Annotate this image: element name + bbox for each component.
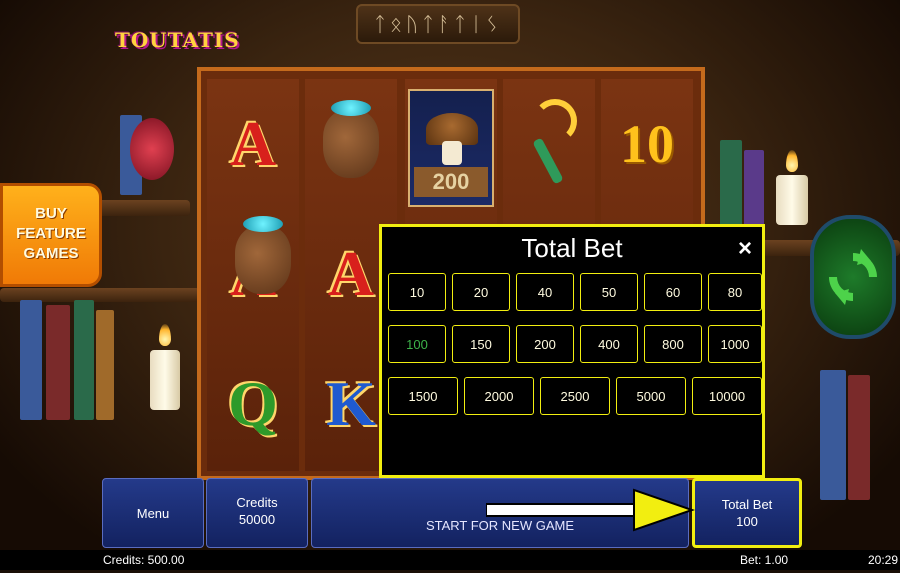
credits-value: 50000 bbox=[238, 512, 276, 527]
runes-title: ᛏᛟᚢᛏᚨᛏᛁᛊ bbox=[356, 4, 520, 44]
bet-option[interactable]: 40 bbox=[516, 273, 574, 311]
arrow-icon bbox=[486, 488, 696, 532]
game-logo: TOUTATIS bbox=[115, 28, 240, 52]
total-bet-value: 100 bbox=[736, 514, 758, 529]
book bbox=[74, 300, 94, 420]
bet-option[interactable]: 80 bbox=[708, 273, 762, 311]
pouch-icon bbox=[323, 100, 379, 178]
bet-option[interactable]: 2500 bbox=[540, 377, 610, 415]
bet-option[interactable]: 10 bbox=[388, 273, 446, 311]
close-icon[interactable]: × bbox=[738, 235, 752, 263]
flame-icon bbox=[159, 324, 171, 346]
symbol-10: 10 bbox=[620, 114, 674, 174]
mushroom-value: 200 bbox=[414, 167, 488, 197]
refresh-icon bbox=[829, 249, 877, 305]
potion-bottle bbox=[130, 118, 174, 180]
status-time: 20:29 bbox=[868, 553, 899, 567]
symbol-q: Q bbox=[228, 368, 278, 439]
bet-option-selected[interactable]: 100 bbox=[388, 325, 446, 363]
status-bar: Credits: 500.00 Bet: 1.00 20:29 bbox=[0, 550, 900, 570]
mushroom-icon: 200 bbox=[408, 89, 494, 207]
status-bet: Bet: 1.00 bbox=[740, 553, 789, 567]
symbol-sickle bbox=[503, 79, 595, 209]
bet-option[interactable]: 20 bbox=[452, 273, 510, 311]
symbol-bag bbox=[305, 79, 397, 209]
candle-left bbox=[150, 350, 180, 410]
bet-option[interactable]: 60 bbox=[644, 273, 702, 311]
credits-panel: Credits 50000 bbox=[206, 478, 308, 548]
symbol-a: A bbox=[229, 108, 277, 179]
bet-option[interactable]: 150 bbox=[452, 325, 510, 363]
total-bet-button[interactable]: Total Bet 100 bbox=[692, 478, 802, 548]
spin-button[interactable] bbox=[810, 215, 896, 339]
bet-option[interactable]: 50 bbox=[580, 273, 638, 311]
total-bet-title: Total Bet bbox=[521, 233, 623, 263]
book bbox=[46, 305, 70, 420]
credits-label: Credits bbox=[236, 495, 278, 510]
bet-option[interactable]: 200 bbox=[516, 325, 574, 363]
bet-option[interactable]: 1000 bbox=[708, 325, 762, 363]
bet-option[interactable]: 400 bbox=[580, 325, 638, 363]
book bbox=[96, 310, 114, 420]
symbol-mushroom: 200 bbox=[405, 83, 497, 213]
symbol-bag bbox=[235, 216, 291, 294]
bet-option[interactable]: 800 bbox=[644, 325, 702, 363]
candle-right bbox=[776, 175, 808, 225]
book bbox=[20, 300, 42, 420]
status-credits: Credits: 500.00 bbox=[103, 553, 185, 567]
bet-option[interactable]: 10000 bbox=[692, 377, 762, 415]
bet-option[interactable]: 2000 bbox=[464, 377, 534, 415]
buy-feature-button[interactable]: BUY FEATURE GAMES bbox=[0, 183, 102, 287]
total-bet-label: Total Bet bbox=[721, 497, 773, 512]
book bbox=[820, 370, 846, 500]
pouch-icon bbox=[235, 216, 291, 294]
book bbox=[848, 375, 870, 500]
flame-icon bbox=[786, 150, 798, 172]
bet-option[interactable]: 1500 bbox=[388, 377, 458, 415]
menu-button[interactable]: Menu bbox=[102, 478, 204, 548]
bet-option[interactable]: 5000 bbox=[616, 377, 686, 415]
total-bet-panel: Total Bet × 10 20 40 50 60 80 100 150 20… bbox=[379, 224, 765, 478]
sickle-icon bbox=[529, 99, 577, 189]
